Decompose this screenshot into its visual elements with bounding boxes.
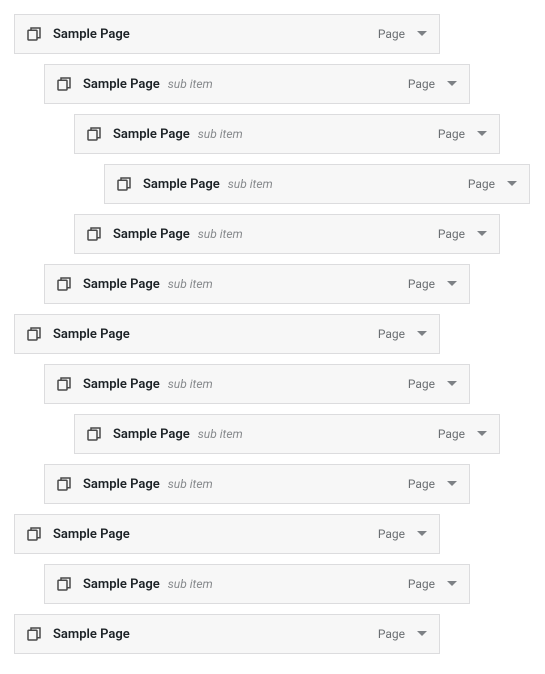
menu-item-type: Page [438, 127, 465, 141]
menu-item-title: Sample Page [83, 477, 160, 492]
menu-item[interactable]: Sample Page Page [14, 514, 440, 554]
menu-item-title: Sample Page [143, 177, 220, 192]
menu-item-title: Sample Page [83, 277, 160, 292]
menu-item[interactable]: Sample Page sub item Page [44, 64, 470, 104]
pages-icon [85, 225, 103, 243]
menu-item-title: Sample Page [83, 77, 160, 92]
pages-icon [55, 375, 73, 393]
chevron-down-icon[interactable] [475, 228, 489, 240]
chevron-down-icon[interactable] [445, 278, 459, 290]
menu-item-type: Page [408, 577, 435, 591]
menu-item-sub-label: sub item [168, 377, 213, 391]
menu-item[interactable]: Sample Page sub item Page [44, 464, 470, 504]
chevron-down-icon[interactable] [415, 628, 429, 640]
menu-item-type: Page [408, 277, 435, 291]
menu-item-title: Sample Page [113, 427, 190, 442]
pages-icon [25, 325, 43, 343]
pages-icon [55, 475, 73, 493]
menu-item[interactable]: Sample Page sub item Page [44, 564, 470, 604]
chevron-down-icon[interactable] [415, 28, 429, 40]
menu-item-sub-label: sub item [168, 477, 213, 491]
chevron-down-icon[interactable] [505, 178, 519, 190]
menu-item-title: Sample Page [53, 327, 130, 342]
menu-item-type: Page [378, 627, 405, 641]
menu-item[interactable]: Sample Page sub item Page [74, 414, 500, 454]
chevron-down-icon[interactable] [445, 78, 459, 90]
menu-item-title: Sample Page [53, 627, 130, 642]
pages-icon [85, 125, 103, 143]
menu-item-type: Page [378, 527, 405, 541]
pages-icon [25, 625, 43, 643]
menu-item-sub-label: sub item [168, 577, 213, 591]
chevron-down-icon[interactable] [475, 428, 489, 440]
chevron-down-icon[interactable] [475, 128, 489, 140]
menu-item-title: Sample Page [53, 27, 130, 42]
chevron-down-icon[interactable] [415, 328, 429, 340]
menu-item-sub-label: sub item [198, 427, 243, 441]
chevron-down-icon[interactable] [445, 378, 459, 390]
pages-icon [55, 275, 73, 293]
menu-item-type: Page [408, 377, 435, 391]
pages-icon [55, 575, 73, 593]
menu-item-title: Sample Page [53, 527, 130, 542]
pages-icon [85, 425, 103, 443]
menu-item[interactable]: Sample Page sub item Page [44, 264, 470, 304]
pages-icon [25, 525, 43, 543]
menu-items-list: Sample PagePage Sample Pagesub itemPage … [14, 14, 531, 654]
menu-item[interactable]: Sample Page sub item Page [74, 214, 500, 254]
menu-item-type: Page [468, 177, 495, 191]
menu-item[interactable]: Sample Page sub item Page [104, 164, 530, 204]
menu-item-type: Page [378, 27, 405, 41]
menu-item[interactable]: Sample Page sub item Page [44, 364, 470, 404]
pages-icon [115, 175, 133, 193]
menu-item-title: Sample Page [113, 127, 190, 142]
menu-item-sub-label: sub item [168, 77, 213, 91]
chevron-down-icon[interactable] [445, 578, 459, 590]
menu-item[interactable]: Sample Page Page [14, 614, 440, 654]
menu-item-type: Page [438, 227, 465, 241]
menu-item-sub-label: sub item [168, 277, 213, 291]
menu-item-title: Sample Page [113, 227, 190, 242]
menu-item-type: Page [438, 427, 465, 441]
menu-item-type: Page [408, 477, 435, 491]
menu-item-sub-label: sub item [198, 127, 243, 141]
menu-item-sub-label: sub item [198, 227, 243, 241]
pages-icon [25, 25, 43, 43]
menu-item[interactable]: Sample Page Page [14, 314, 440, 354]
menu-item-type: Page [378, 327, 405, 341]
menu-item-sub-label: sub item [228, 177, 273, 191]
menu-item[interactable]: Sample Page Page [14, 14, 440, 54]
menu-item-title: Sample Page [83, 577, 160, 592]
menu-item-title: Sample Page [83, 377, 160, 392]
chevron-down-icon[interactable] [445, 478, 459, 490]
menu-item[interactable]: Sample Page sub item Page [74, 114, 500, 154]
chevron-down-icon[interactable] [415, 528, 429, 540]
pages-icon [55, 75, 73, 93]
menu-item-type: Page [408, 77, 435, 91]
